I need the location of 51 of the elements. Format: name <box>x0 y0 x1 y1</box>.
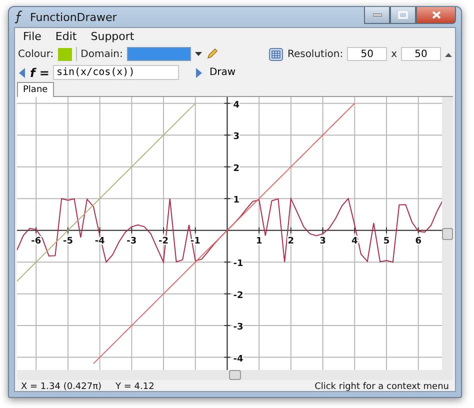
tick-label: 5 <box>383 236 390 246</box>
x-coordinate: X = 1.34 (0.427π) <box>21 382 102 392</box>
colour-label: Colour: <box>18 48 54 60</box>
minimize-icon <box>372 13 382 17</box>
tick-label: -4 <box>233 354 244 364</box>
maximize-icon <box>398 11 408 19</box>
close-button[interactable] <box>416 7 456 24</box>
window-title: FunctionDrawer <box>30 10 117 24</box>
tick-label: -2 <box>233 290 244 301</box>
tab[interactable]: Plane <box>17 82 54 97</box>
tick-label: 1 <box>233 196 240 206</box>
tick-label: 2 <box>233 164 240 174</box>
tick-label: -3 <box>233 322 244 333</box>
status-hint: Click right for a context menu <box>314 382 449 392</box>
grid-icon[interactable] <box>269 48 284 60</box>
tick-label: -5 <box>62 236 73 246</box>
tick-label: 3 <box>320 236 326 246</box>
pencil-icon[interactable] <box>206 48 218 60</box>
tick-label: 2 <box>288 236 294 246</box>
times-label: x <box>391 48 397 60</box>
tick-label: 6 <box>415 236 422 246</box>
tick-label: -3 <box>126 236 137 246</box>
tick-label: 3 <box>233 132 240 142</box>
tick-label: 4 <box>233 100 240 110</box>
resolution-label: Resolution: <box>287 48 344 60</box>
domain-field[interactable] <box>126 47 191 61</box>
close-icon <box>432 11 440 19</box>
menu-item[interactable]: Edit <box>55 30 77 43</box>
dropdown-button[interactable] <box>194 52 202 56</box>
maximize-button[interactable] <box>390 7 416 24</box>
y-coordinate: Y = 4.12 <box>116 382 154 392</box>
domain-label: Domain: <box>80 48 123 60</box>
back-icon[interactable] <box>18 68 26 78</box>
tick-label: -1 <box>233 259 244 270</box>
tick-label: 4 <box>352 236 358 246</box>
vertical-scrollbar[interactable] <box>442 97 453 370</box>
tick-label: -6 <box>31 236 42 246</box>
menu-item[interactable]: Support <box>90 30 134 43</box>
resolution-x-field[interactable]: 50 <box>347 47 388 61</box>
menu-item[interactable]: File <box>23 30 42 43</box>
tick-label: 1 <box>256 236 262 246</box>
play-icon[interactable] <box>195 68 204 78</box>
horizontal-scrollbar[interactable] <box>17 370 453 380</box>
resolution-y-field[interactable]: 50 <box>401 47 441 61</box>
function-label: f = <box>30 66 50 80</box>
minimize-button[interactable] <box>364 7 390 24</box>
draw-button[interactable]: Draw <box>207 67 238 78</box>
scroll-up-icon[interactable] <box>445 52 452 56</box>
formula-field[interactable]: sin(x/cos(x)) <box>53 65 180 80</box>
function-icon <box>14 10 24 24</box>
colour-swatch[interactable] <box>58 48 72 60</box>
